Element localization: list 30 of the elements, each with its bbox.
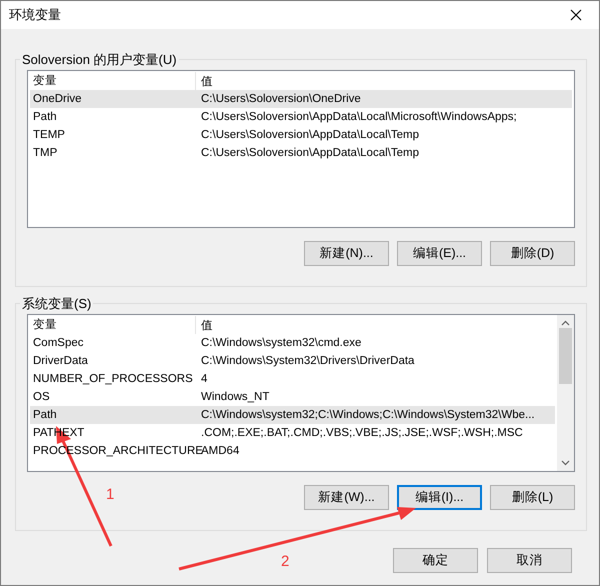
column-header[interactable]: 值 [196,318,213,332]
dialog-button[interactable]: 新建(N)... [304,241,389,266]
list-row[interactable]: NUMBER_OF_PROCESSORS 4 [30,370,555,388]
group-label: Soloversion 的用户变量(U) [20,51,179,69]
scroll-up-icon[interactable] [561,320,570,326]
dialog-button[interactable]: 编辑(E)... [397,241,482,266]
list-row[interactable]: DriverData C:\Windows\System32\Drivers\DriverData [30,352,555,370]
list-row[interactable]: Path C:\Users\Soloversion\AppData\Local\Microsoft\WindowsApps; [30,108,572,126]
dialog-button[interactable]: 删除(D) [490,241,575,266]
list-row[interactable]: OS Windows_NT [30,388,555,406]
scrollbar[interactable] [557,315,574,471]
window-title: 环境变量 [9,6,61,24]
dialog-button[interactable]: 删除(L) [490,485,575,510]
dialog-button[interactable]: 确定 [393,548,478,573]
scroll-down-icon[interactable] [561,460,570,466]
annotation-number: 1 [106,486,114,503]
dialog-button[interactable]: 编辑(I)... [397,485,482,510]
column-header[interactable]: 变量 [30,316,196,334]
list-row[interactable]: Path C:\Windows\system32;C:\Windows;C:\Windows\System32\Wbe... [30,406,555,424]
group-label: 系统变量(S) [20,295,94,313]
list-row[interactable]: OneDrive C:\Users\Soloversion\OneDrive [30,90,572,108]
dialog-button[interactable]: 新建(W)... [304,485,389,510]
close-icon [570,9,582,21]
dialog-button[interactable]: 取消 [487,548,572,573]
list-row[interactable]: TMP C:\Users\Soloversion\AppData\Local\Temp [30,144,572,162]
scroll-thumb[interactable] [559,328,572,384]
list-row[interactable]: ComSpec C:\Windows\system32\cmd.exe [30,334,555,352]
annotation-number: 2 [281,553,290,570]
list-row[interactable]: TEMP C:\Users\Soloversion\AppData\Local\Temp [30,126,572,144]
column-header[interactable]: 值 [196,74,213,88]
